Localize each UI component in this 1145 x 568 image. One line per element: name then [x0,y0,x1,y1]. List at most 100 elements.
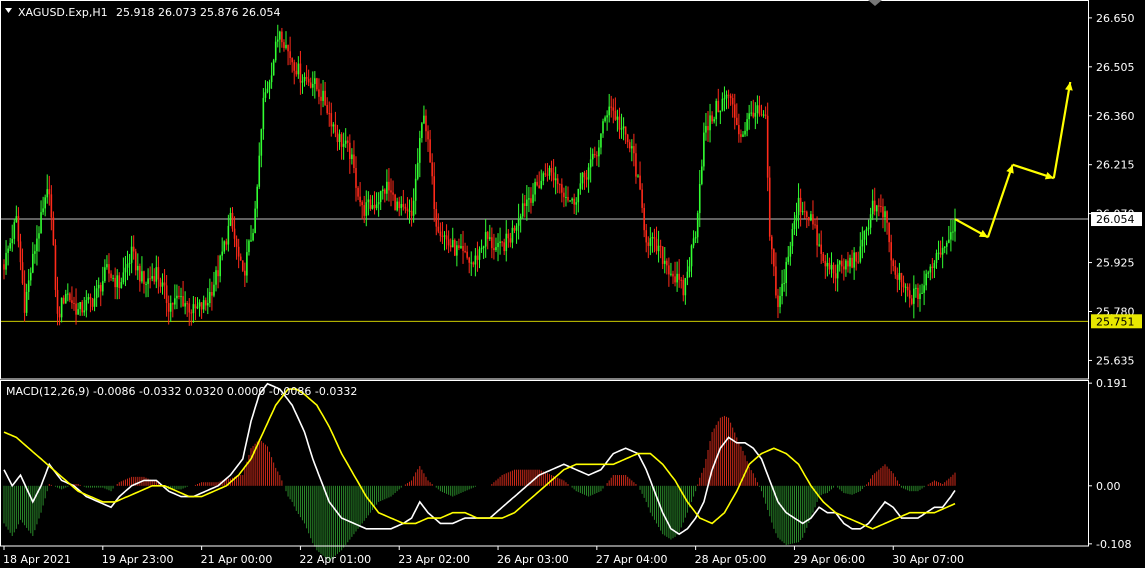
candle-body [674,276,676,283]
forecast-arrow-line[interactable] [1052,81,1072,179]
candle-body [314,78,316,84]
candle-body [421,123,423,139]
candle-body [591,153,594,160]
time-tick-label: 27 Apr 04:00 [596,553,668,566]
macd-panel[interactable] [3,382,956,562]
candle-body [721,98,724,111]
candle-body [204,300,207,306]
candle-body [954,219,956,232]
candle-body [577,188,580,203]
candle-body [672,273,674,277]
candle-body [727,94,730,96]
signal-line [3,388,956,530]
candle-body [880,206,882,208]
candle-body [563,192,565,198]
price-panel[interactable] [1,24,1088,326]
candle-body [653,237,656,239]
candle-body [845,260,847,270]
y-axis: 26.65026.50526.36026.21526.07025.92525.7… [1088,12,1142,551]
candle-body [814,224,816,226]
candle-body [371,205,374,209]
candle-body [808,217,810,221]
candle-body [719,110,722,113]
candle-body [402,204,405,207]
candle-body [616,116,619,120]
candle-body [188,303,191,313]
candle-body [521,203,524,217]
candle-body [836,264,839,279]
candle-body [760,114,763,116]
candle-body [285,44,287,48]
candle-body [945,242,948,247]
candle-body [501,241,503,243]
candle-body [593,153,596,156]
candle-body [869,214,872,228]
candle-body [573,198,575,205]
symbol-menu-icon[interactable] [5,8,12,13]
candle-body [447,239,450,246]
candle-body [266,88,269,93]
candle-body [888,222,890,243]
candle-body [832,264,835,274]
candle-body [433,176,436,210]
candle-body [855,252,857,262]
candle-body [849,257,851,267]
candle-body [519,216,522,219]
candle-body [48,189,51,195]
candle-body [468,257,471,263]
candle-body [779,296,781,308]
candle-body [456,245,458,256]
time-tick-label: 26 Apr 03:00 [497,553,569,566]
candle-body [19,241,22,263]
candle-body [69,293,71,301]
chart-canvas[interactable]: 26.65026.50526.36026.21526.07025.92525.7… [0,0,1145,568]
ohlc-readout: 25.918 26.073 25.876 26.054 [116,6,280,19]
time-tick-label: 30 Apr 07:00 [892,553,964,566]
candle-body [38,233,40,239]
candle-body [394,194,396,211]
candle-body [939,252,942,255]
candle-body [826,262,829,267]
candle-body [106,264,108,268]
candle-body [513,227,516,231]
candle-body [795,215,798,222]
candle-body [171,303,174,305]
candle-body [13,222,16,239]
candle-body [748,113,750,120]
candle-body [309,82,312,88]
candle-body [818,244,820,246]
candle-body [289,51,291,58]
candle-body [297,63,300,75]
candle-body [244,270,246,276]
candle-body [783,283,785,285]
candle-body [451,239,454,248]
candle-body [206,303,209,306]
candle-body [120,282,123,288]
candle-body [894,266,897,275]
candle-body [233,228,236,239]
candle-body [552,172,555,181]
candle-body [867,227,870,230]
candle-body [680,279,683,281]
candle-body [342,143,345,147]
candle-body [707,126,709,131]
candle-body [102,281,104,292]
candle-body [785,261,788,284]
candle-body [709,115,711,131]
candle-body [873,200,876,212]
candle-body [145,283,147,285]
chart-shift-marker-icon[interactable] [868,0,882,6]
time-tick-label: 29 Apr 06:00 [793,553,865,566]
forecast-arrow-line[interactable] [986,164,1014,238]
candle-body [307,78,310,83]
candle-body [919,293,921,299]
candle-body [906,286,909,291]
candle-body [334,124,337,133]
candle-body [884,211,886,218]
candle-body [768,177,771,237]
candle-body [637,175,639,177]
candle-body [311,83,314,88]
candle-body [651,237,654,239]
candle-body [585,177,588,180]
candle-body [723,98,726,100]
